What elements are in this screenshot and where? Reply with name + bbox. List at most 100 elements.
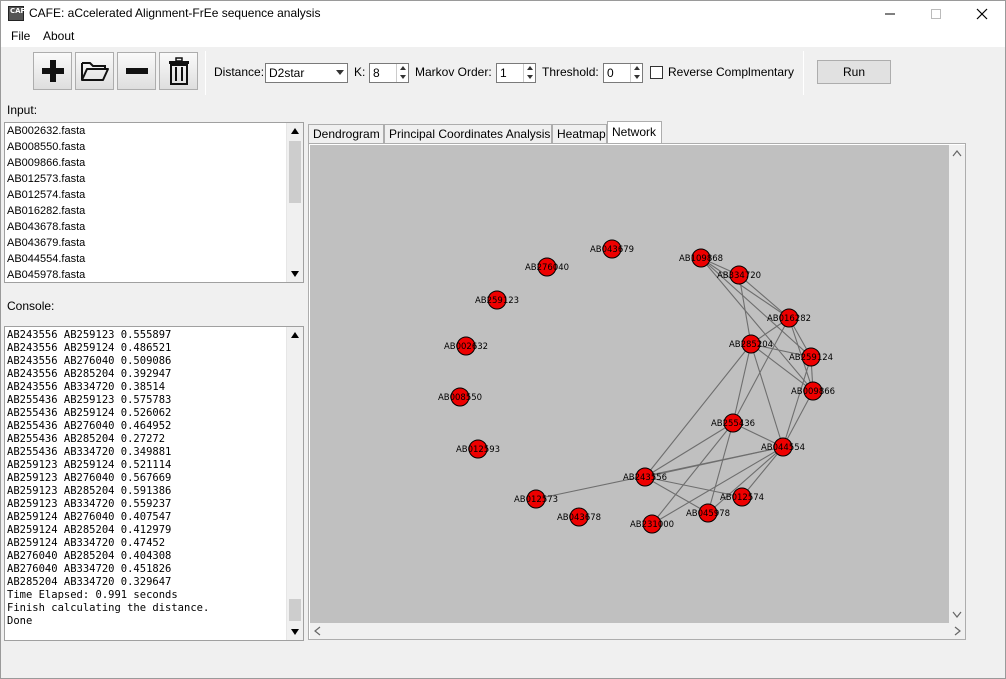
open-button[interactable] xyxy=(75,52,114,90)
scroll-up-icon[interactable] xyxy=(287,327,303,343)
scroll-down-icon[interactable] xyxy=(287,266,303,282)
app-window: CAFE CAFE: aCcelerated Alignment-FrEe se… xyxy=(0,0,1006,679)
menu-file[interactable]: File xyxy=(11,29,30,43)
console-line: AB243556 AB259124 0.486521 xyxy=(7,342,172,354)
network-node-label: AB009866 xyxy=(791,387,835,397)
add-button[interactable] xyxy=(33,52,72,90)
tab-network[interactable]: Network xyxy=(607,121,662,143)
spin-down-icon[interactable] xyxy=(523,73,535,82)
network-hscrollbar[interactable] xyxy=(310,623,949,639)
network-node[interactable]: AB045978 xyxy=(686,503,730,523)
network-node[interactable]: AB276040 xyxy=(525,257,569,277)
network-node-label: AB109868 xyxy=(679,254,723,264)
console-line: AB259123 AB259124 0.521114 xyxy=(7,459,172,471)
delete-button[interactable] xyxy=(159,52,198,90)
network-node[interactable]: AB012573 xyxy=(514,489,558,509)
title-bar: CAFE CAFE: aCcelerated Alignment-FrEe se… xyxy=(1,1,1005,27)
scroll-corner xyxy=(949,623,965,639)
minimize-icon xyxy=(885,13,895,15)
folder-open-icon xyxy=(80,62,109,81)
distance-select[interactable]: D2star xyxy=(265,63,348,83)
spin-up-icon[interactable] xyxy=(396,64,408,73)
console-line: AB255436 AB334720 0.349881 xyxy=(7,446,172,458)
network-node[interactable]: AB255436 xyxy=(711,413,755,433)
network-node[interactable]: AB043679 xyxy=(590,239,634,259)
remove-button[interactable] xyxy=(117,52,156,90)
input-scrollbar[interactable] xyxy=(286,123,303,282)
console-line: AB276040 AB285204 0.404308 xyxy=(7,550,172,562)
k-spinbox[interactable]: 8 xyxy=(369,63,409,83)
toolbar: Distance: D2star K: 8 Markov Order: 1 Th… xyxy=(1,47,1005,101)
network-node[interactable]: AB231000 xyxy=(630,514,674,534)
input-file-item[interactable]: AB044554.fasta xyxy=(5,251,288,267)
network-node[interactable]: AB008550 xyxy=(438,387,482,407)
input-file-item[interactable]: AB043678.fasta xyxy=(5,219,288,235)
console-line: AB259123 AB285204 0.591386 xyxy=(7,485,172,497)
network-graph[interactable]: AB043679 AB276040 AB109868 AB334720 AB259123… xyxy=(310,145,949,623)
scroll-up-icon[interactable] xyxy=(287,123,303,139)
scroll-down-icon[interactable] xyxy=(287,624,303,640)
tab-dendrogram[interactable]: Dendrogram xyxy=(308,124,384,143)
network-node[interactable]: AB259124 xyxy=(789,347,833,367)
scroll-thumb[interactable] xyxy=(289,141,301,203)
input-file-item[interactable]: AB016282.fasta xyxy=(5,203,288,219)
close-button[interactable] xyxy=(959,1,1005,27)
maximize-button[interactable] xyxy=(913,1,959,27)
network-node[interactable]: AB009866 xyxy=(791,381,835,401)
network-node[interactable]: AB334720 xyxy=(717,265,761,285)
menu-about[interactable]: About xyxy=(43,29,74,43)
input-file-item[interactable]: AB002632.fasta xyxy=(5,123,288,139)
network-node-label: AB276040 xyxy=(525,263,569,273)
spin-down-icon[interactable] xyxy=(630,73,642,82)
console-line: Finish calculating the distance. xyxy=(7,602,210,614)
tab-principal-coordinates-analysis[interactable]: Principal Coordinates Analysis xyxy=(384,124,552,143)
toolbar-separator xyxy=(205,51,206,95)
input-file-item[interactable]: AB012574.fasta xyxy=(5,187,288,203)
input-file-list[interactable]: AB002632.fasta AB008550.fasta AB009866.fas… xyxy=(4,122,304,283)
console-line: AB255436 AB276040 0.464952 xyxy=(7,420,172,432)
network-node[interactable]: AB012593 xyxy=(456,439,500,459)
network-node[interactable]: AB044554 xyxy=(761,437,805,457)
reverse-complementary-checkbox[interactable] xyxy=(650,66,663,79)
network-edge xyxy=(738,274,752,345)
console-line: AB255436 AB285204 0.27272 xyxy=(7,433,166,445)
network-node[interactable]: AB243556 xyxy=(623,467,667,487)
console-output[interactable]: AB243556 AB259123 0.555897 AB243556 AB259… xyxy=(4,326,304,641)
run-button[interactable]: Run xyxy=(817,60,891,84)
input-file-item[interactable]: AB045978.fasta xyxy=(5,267,288,282)
network-vscrollbar[interactable] xyxy=(949,145,965,623)
minimize-button[interactable] xyxy=(867,1,913,27)
spin-down-icon[interactable] xyxy=(396,73,408,82)
input-file-item[interactable]: AB012573.fasta xyxy=(5,171,288,187)
input-label: Input: xyxy=(7,103,38,117)
network-node[interactable]: AB012574 xyxy=(720,487,764,507)
console-line: AB243556 AB276040 0.509086 xyxy=(7,355,172,367)
input-file-item[interactable]: AB008550.fasta xyxy=(5,139,288,155)
spin-up-icon[interactable] xyxy=(523,64,535,73)
console-line: AB259124 AB334720 0.47452 xyxy=(7,537,166,549)
k-value: 8 xyxy=(373,66,380,80)
network-node[interactable]: AB259123 xyxy=(475,290,519,310)
network-node[interactable]: AB002632 xyxy=(444,336,488,356)
console-line: AB259123 AB276040 0.567669 xyxy=(7,472,172,484)
tab-heatmap[interactable]: Heatmap xyxy=(552,124,607,143)
scroll-thumb[interactable] xyxy=(289,599,301,621)
network-node[interactable]: AB016282 xyxy=(767,308,811,328)
window-title: CAFE: aCcelerated Alignment-FrEe sequenc… xyxy=(29,6,321,20)
network-node[interactable]: AB285204 xyxy=(729,334,773,354)
spin-up-icon[interactable] xyxy=(630,64,642,73)
console-line: AB255436 AB259124 0.526062 xyxy=(7,407,172,419)
threshold-spinbox[interactable]: 0 xyxy=(603,63,643,83)
network-node[interactable]: AB043678 xyxy=(557,507,601,527)
reverse-complementary-label: Reverse Complmentary xyxy=(668,65,795,79)
console-scrollbar[interactable] xyxy=(286,327,303,640)
console-line: Done xyxy=(7,615,33,627)
network-node-label: AB008550 xyxy=(438,393,482,403)
input-file-items: AB002632.fasta AB008550.fasta AB009866.fas… xyxy=(5,123,288,282)
network-node-label: AB243556 xyxy=(623,473,667,483)
input-file-item[interactable]: AB009866.fasta xyxy=(5,155,288,171)
input-file-item[interactable]: AB043679.fasta xyxy=(5,235,288,251)
markov-order-spinbox[interactable]: 1 xyxy=(496,63,536,83)
network-canvas[interactable]: AB043679 AB276040 AB109868 AB334720 AB259123… xyxy=(310,145,949,623)
network-node[interactable]: AB109868 xyxy=(679,248,723,268)
